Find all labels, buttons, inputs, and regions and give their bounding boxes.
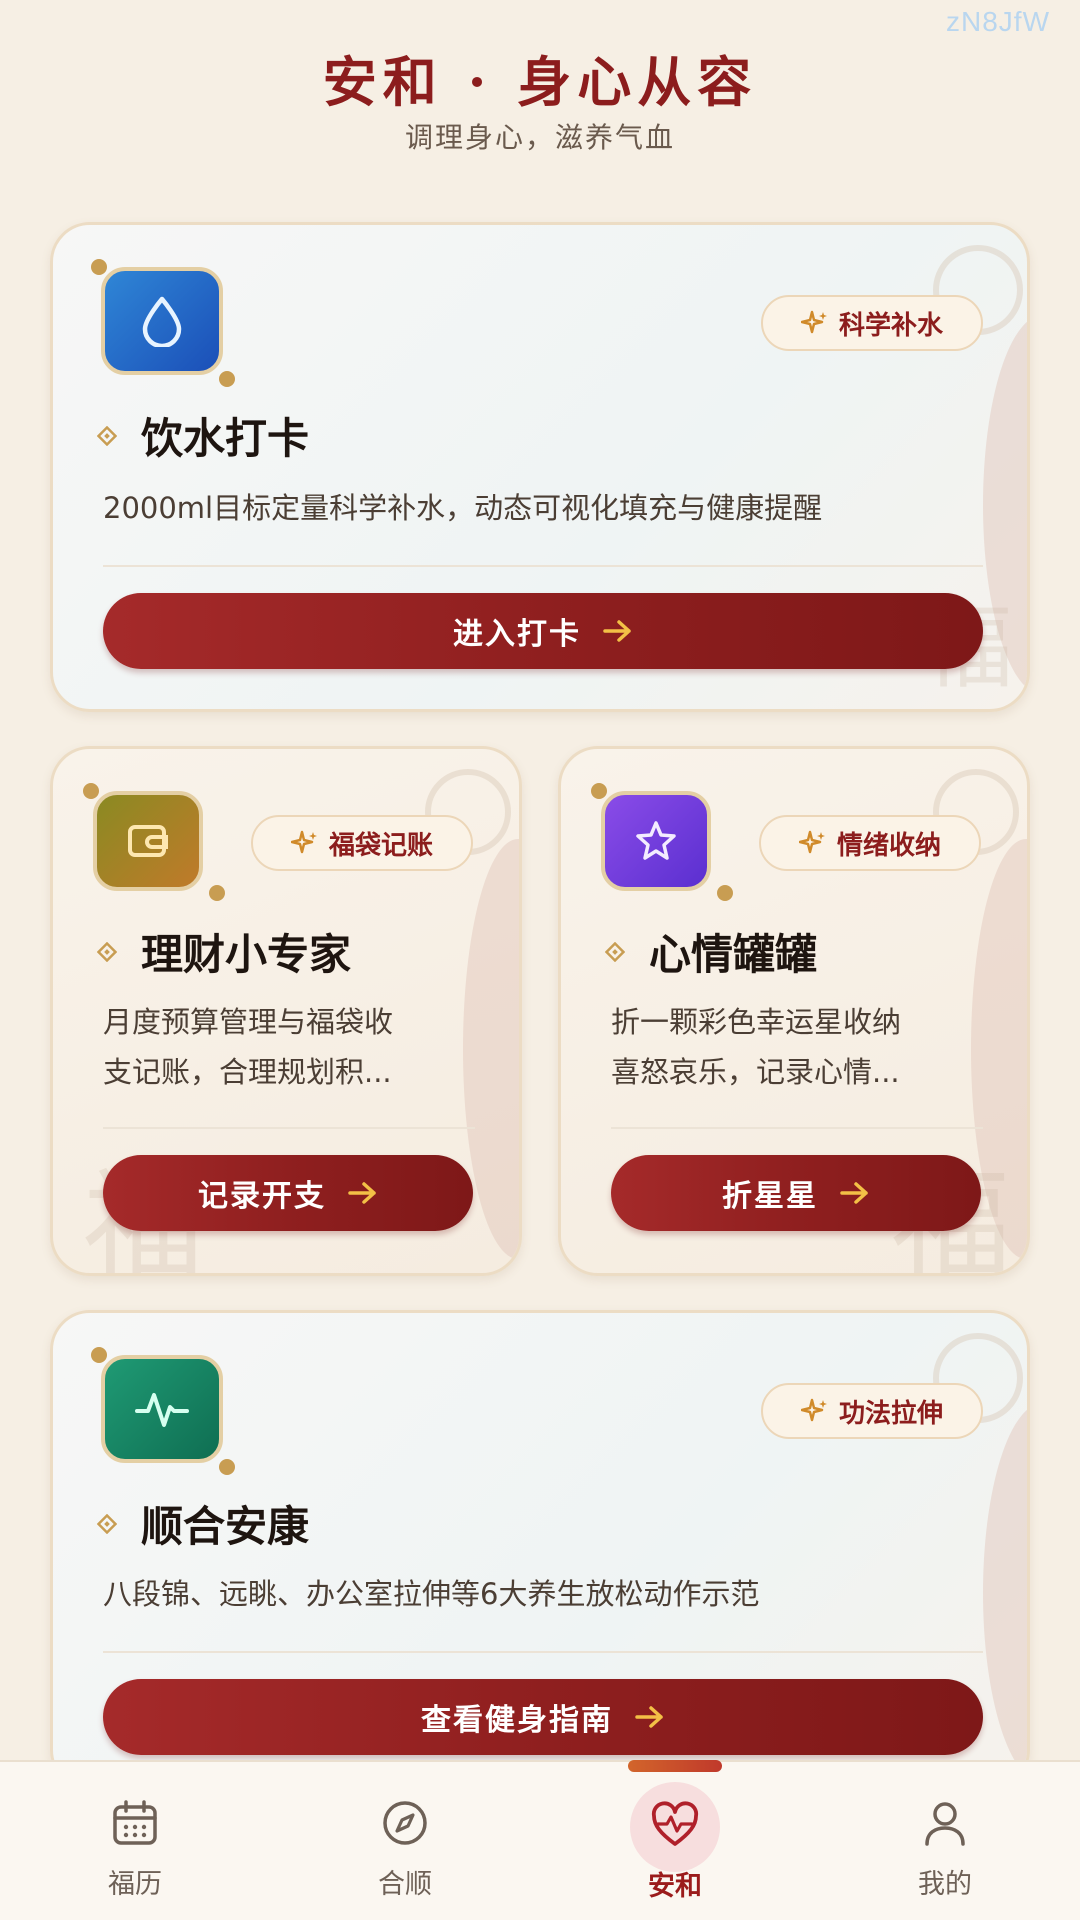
diamond-icon [97,1513,117,1534]
diamond-icon [97,425,117,446]
diamond-icon [97,941,117,962]
watermark: zN8JfW [946,6,1050,37]
water-card-title: 饮水打卡 [97,405,309,466]
finance-badge-label: 福袋记账 [328,830,433,861]
compass-icon [383,1801,427,1845]
mood-title-text: 心情罐罐 [649,930,818,979]
finance-card-desc: 月度预算管理与福袋收 支记账，合理规划积... [103,997,503,1097]
fold-star-button[interactable]: 折星星 [611,1155,981,1231]
star-icon [601,791,711,891]
record-expense-button[interactable]: 记录开支 [103,1155,473,1231]
nav-item-calendar[interactable]: 福历 [60,1762,210,1920]
divider [103,1651,983,1653]
page-title: 安和 · 身心从容 [322,50,758,114]
heart-pulse-icon [651,1801,699,1846]
sparkle-icon [800,1398,827,1422]
pulse-icon [101,1355,223,1463]
decor-dot [717,885,733,901]
finance-desc-line: 月度预算管理与福袋收 [103,1005,394,1039]
finance-card[interactable]: 福 福袋记账 理财小专家 月度预算管理与福袋收 支记账，合理规划积... 记录开… [50,746,522,1276]
exercise-badge-label: 功法拉伸 [838,1398,943,1429]
arrow-right-icon [348,1182,376,1204]
decor-dot [91,1347,107,1363]
water-badge: 科学补水 [761,295,983,351]
exercise-card-title: 顺合安康 [97,1493,309,1554]
diamond-icon [605,941,625,962]
nav-label: 我的 [918,1869,972,1900]
mood-card[interactable]: 福 情绪收纳 心情罐罐 折一颗彩色幸运星收纳 喜怒哀乐，记录心情... 折星星 [558,746,1030,1276]
fold-star-label: 折星星 [722,1179,818,1214]
divider [611,1127,983,1129]
exercise-card[interactable]: 功法拉伸 顺合安康 八段锦、远眺、办公室拉伸等6大养生放松动作示范 查看健身指南 [50,1310,1030,1790]
decor-dot [591,783,607,799]
nav-item-wellness[interactable]: 安和 [600,1760,750,1920]
decor-dot [209,885,225,901]
divider [103,565,983,567]
water-title-text: 饮水打卡 [141,414,310,463]
nav-label: 安和 [648,1871,702,1902]
sparkle-icon [800,310,827,334]
user-icon [925,1802,965,1846]
mood-badge: 情绪收纳 [759,815,981,871]
water-badge-label: 科学补水 [838,310,943,341]
water-drop-icon [101,267,223,375]
exercise-title-text: 顺合安康 [141,1502,310,1551]
page-subtitle: 调理身心，滋养气血 [404,121,675,154]
nav-item-profile[interactable]: 我的 [870,1762,1020,1920]
mood-card-desc: 折一颗彩色幸运星收纳 喜怒哀乐，记录心情... [611,997,1011,1097]
decor-dot [91,259,107,275]
finance-card-title: 理财小专家 [97,921,351,982]
exercise-card-desc: 八段锦、远眺、办公室拉伸等6大养生放松动作示范 [103,1577,760,1611]
arrow-right-icon [840,1182,868,1204]
finance-desc-line: 支记账，合理规划积... [103,1055,392,1089]
wallet-icon [93,791,203,891]
exercise-badge: 功法拉伸 [761,1383,983,1439]
water-card-desc: 2000ml目标定量科学补水，动态可视化填充与健康提醒 [103,491,823,525]
mood-desc-line: 喜怒哀乐，记录心情... [611,1055,900,1089]
nav-label: 福历 [108,1869,162,1900]
view-fitness-guide-label: 查看健身指南 [421,1703,613,1738]
mood-badge-label: 情绪收纳 [836,830,941,861]
nav-label: 合顺 [378,1869,432,1900]
sparkle-icon [798,830,825,854]
calendar-icon [113,1800,157,1845]
active-tab-indicator [628,1760,722,1772]
finance-badge: 福袋记账 [251,815,473,871]
divider [103,1127,475,1129]
record-expense-label: 记录开支 [198,1179,326,1214]
mood-desc-line: 折一颗彩色幸运星收纳 [611,1005,902,1039]
water-card[interactable]: 福 科学补水 饮水打卡 2000ml目标定量科学补水，动态可视化填充与健康提醒 … [50,222,1030,712]
mood-card-title: 心情罐罐 [605,921,817,982]
enter-checkin-label: 进入打卡 [453,617,581,652]
decor-dot [219,1459,235,1475]
nav-item-compass[interactable]: 合顺 [330,1762,480,1920]
arrow-right-icon [635,1706,663,1728]
sparkle-icon [290,830,317,854]
decor-dot [83,783,99,799]
arrow-right-icon [603,620,631,642]
enter-checkin-button[interactable]: 进入打卡 [103,593,983,669]
bottom-nav: 福历 合顺 安和 我的 [0,1760,1080,1920]
finance-title-text: 理财小专家 [141,930,352,979]
decor-dot [219,371,235,387]
view-fitness-guide-button[interactable]: 查看健身指南 [103,1679,983,1755]
